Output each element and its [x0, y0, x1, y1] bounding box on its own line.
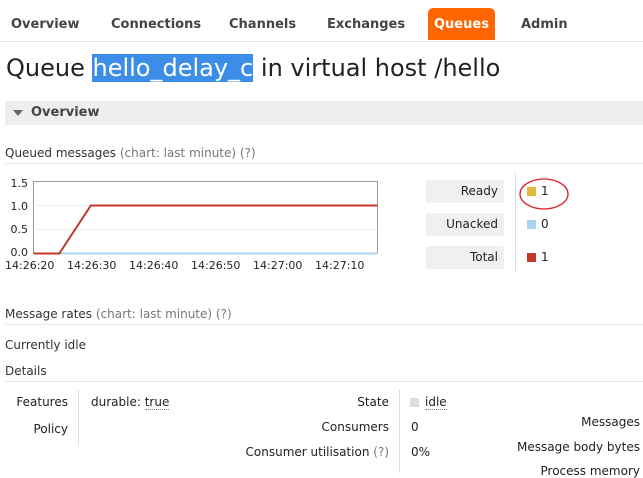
nav-connections[interactable]: Connections [111, 8, 201, 40]
consumer-utilisation-hint[interactable]: (?) [373, 445, 389, 459]
idle-state-icon [410, 398, 419, 407]
y-tick-label: 1.0 [10, 200, 29, 213]
nav-admin[interactable]: Admin [521, 8, 568, 40]
x-tick-label: 14:27:00 [253, 259, 303, 272]
nav-queues[interactable]: Queues [428, 8, 495, 40]
unacked-label: Unacked [446, 217, 498, 231]
page-title: Queue hello_delay_c in virtual host /hel… [6, 54, 500, 82]
message-rates-hint[interactable]: (chart: last minute) (?) [96, 307, 232, 321]
nav-overview[interactable]: Overview [11, 8, 80, 40]
vhost-name: /hello [434, 54, 501, 82]
consumer-utilisation-row-label: Consumer utilisation (?) [200, 445, 389, 459]
messages-label: Messages [581, 415, 640, 429]
details-header: Details [5, 364, 47, 378]
durable-key: durable: [91, 395, 141, 409]
collapse-triangle-icon [13, 110, 23, 116]
policy-label: Policy [33, 422, 68, 436]
section-label: Overview [31, 105, 100, 120]
unacked-label-box: Unacked [426, 213, 504, 236]
counter-divider [515, 173, 516, 273]
state-label: State [357, 395, 389, 409]
total-label-box: Total [426, 246, 504, 269]
overview-section-header[interactable]: Overview [5, 101, 643, 125]
unacked-count: 0 [541, 217, 549, 231]
consumers-label: Consumers [321, 420, 389, 434]
highlight-ellipse [519, 178, 569, 210]
total-swatch [527, 253, 536, 262]
features-label: Features [16, 395, 68, 409]
x-tick-label: 14:27:10 [315, 259, 365, 272]
ready-label: Ready [460, 184, 498, 198]
process-memory-label: Process memory [540, 464, 640, 478]
consumer-utilisation-value: 0% [411, 445, 431, 459]
x-tick-label: 14:26:40 [129, 259, 179, 272]
total-count: 1 [541, 250, 549, 264]
divider [5, 163, 643, 164]
durable-feature: durable: true [91, 395, 170, 410]
nav-channels[interactable]: Channels [229, 8, 296, 40]
y-tick-label: 0.5 [10, 223, 29, 236]
x-tick-label: 14:26:20 [5, 259, 55, 272]
queued-messages-hint[interactable]: (chart: last minute) (?) [120, 146, 256, 160]
queued-messages-chart [33, 181, 378, 255]
queued-messages-header: Queued messages (chart: last minute) (?) [5, 146, 256, 160]
details-divider [78, 390, 79, 445]
y-tick-label: 1.5 [10, 177, 29, 190]
top-nav: Overview Connections Channels Exchanges … [0, 8, 643, 42]
nav-exchanges[interactable]: Exchanges [327, 8, 405, 40]
y-tick-label: 0.0 [10, 246, 29, 259]
state-value-text: idle [425, 395, 447, 410]
state-value[interactable]: idle [425, 395, 447, 410]
x-tick-label: 14:26:50 [191, 259, 241, 272]
message-body-bytes-label: Message body bytes [517, 440, 640, 454]
details-divider [399, 390, 400, 473]
message-rates-label: Message rates [5, 307, 93, 321]
rates-status: Currently idle [5, 338, 86, 352]
total-label: Total [469, 250, 498, 264]
message-rates-header: Message rates (chart: last minute) (?) [5, 307, 232, 321]
durable-value[interactable]: true [144, 395, 170, 410]
consumer-utilisation-label: Consumer utilisation [245, 445, 370, 459]
title-middle: in virtual host [260, 54, 427, 82]
queued-messages-label: Queued messages [5, 146, 117, 160]
divider [5, 324, 643, 325]
queue-name: hello_delay_c [92, 54, 254, 82]
title-prefix: Queue [6, 54, 85, 82]
ready-label-box: Ready [426, 180, 504, 203]
chart-frame [33, 181, 378, 254]
consumers-value: 0 [411, 420, 419, 434]
unacked-swatch [527, 220, 536, 229]
divider [5, 381, 643, 382]
x-tick-label: 14:26:30 [67, 259, 117, 272]
